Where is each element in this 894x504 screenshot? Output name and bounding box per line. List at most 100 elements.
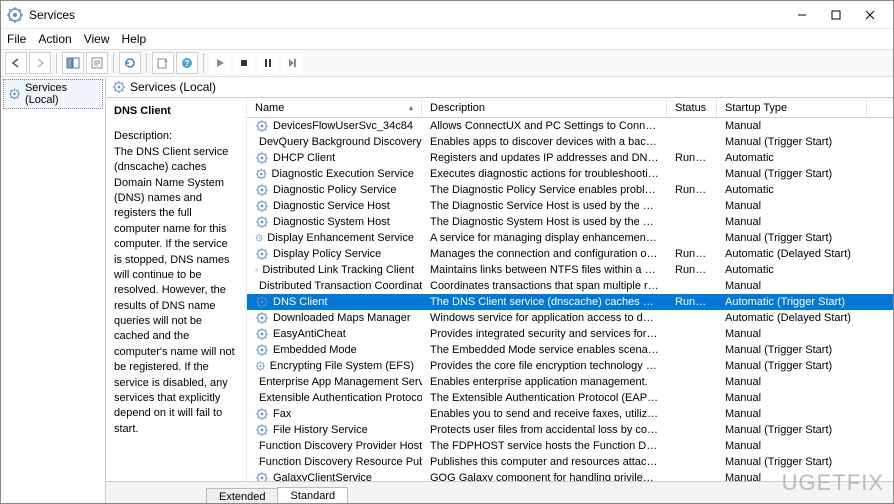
- start-service-button[interactable]: [209, 52, 231, 74]
- table-row[interactable]: DNS ClientThe DNS Client service (dnscac…: [247, 294, 893, 310]
- menu-view[interactable]: View: [84, 32, 110, 46]
- gear-icon: [255, 327, 269, 341]
- menu-action[interactable]: Action: [38, 32, 71, 46]
- cell-name: Distributed Link Tracking Client: [247, 263, 422, 277]
- pane-header-label: Services (Local): [130, 80, 216, 94]
- cell-description: GOG Galaxy component for handling privil…: [422, 472, 667, 481]
- toolbar: ?: [1, 49, 893, 77]
- cell-description: Enables you to send and receive faxes, u…: [422, 408, 667, 420]
- tab-extended[interactable]: Extended: [206, 488, 278, 503]
- table-row[interactable]: Distributed Link Tracking ClientMaintain…: [247, 262, 893, 278]
- cell-startup: Manual: [717, 392, 867, 404]
- cell-startup: Manual (Trigger Start): [717, 168, 867, 180]
- svg-text:?: ?: [185, 59, 190, 68]
- column-name[interactable]: Name▴: [247, 98, 422, 117]
- export-button[interactable]: [152, 52, 174, 74]
- cell-description: A service for managing display enhanceme…: [422, 232, 667, 244]
- cell-description: Provides the core file encryption techno…: [422, 360, 667, 372]
- show-hide-tree-button[interactable]: [62, 52, 84, 74]
- column-description[interactable]: Description: [422, 98, 667, 117]
- cell-name: Fax: [247, 407, 422, 421]
- description-pane: DNS Client Description: The DNS Client s…: [106, 98, 246, 481]
- table-row[interactable]: Diagnostic Service HostThe Diagnostic Se…: [247, 198, 893, 214]
- cell-startup: Manual: [717, 280, 867, 292]
- cell-description: The DNS Client service (dnscache) caches…: [422, 296, 667, 308]
- cell-description: Publishes this computer and resources at…: [422, 456, 667, 468]
- cell-name: Function Discovery Resource Publication: [247, 455, 422, 469]
- table-row[interactable]: DevQuery Background Discovery BrokerEnab…: [247, 134, 893, 150]
- minimize-button[interactable]: [785, 4, 819, 26]
- properties-button[interactable]: [86, 52, 108, 74]
- back-button[interactable]: [5, 52, 27, 74]
- cell-name: DHCP Client: [247, 151, 422, 165]
- menu-file[interactable]: File: [7, 32, 26, 46]
- menu-bar: File Action View Help: [1, 29, 893, 49]
- cell-name: Downloaded Maps Manager: [247, 311, 422, 325]
- table-row[interactable]: File History ServiceProtects user files …: [247, 422, 893, 438]
- cell-startup: Automatic (Trigger Start): [717, 296, 867, 308]
- gear-icon: [255, 343, 269, 357]
- table-row[interactable]: Enterprise App Management ServiceEnables…: [247, 374, 893, 390]
- table-row[interactable]: Diagnostic Execution ServiceExecutes dia…: [247, 166, 893, 182]
- table-row[interactable]: GalaxyClientServiceGOG Galaxy component …: [247, 470, 893, 481]
- gear-icon: [255, 247, 269, 261]
- forward-button[interactable]: [29, 52, 51, 74]
- table-row[interactable]: Display Policy ServiceManages the connec…: [247, 246, 893, 262]
- cell-startup: Manual: [717, 440, 867, 452]
- description-heading: Description:: [114, 129, 238, 144]
- table-row[interactable]: Function Discovery Resource PublicationP…: [247, 454, 893, 470]
- close-button[interactable]: [853, 4, 887, 26]
- table-row[interactable]: DevicesFlowUserSvc_34c84Allows ConnectUX…: [247, 118, 893, 134]
- column-startup-type[interactable]: Startup Type: [717, 98, 867, 117]
- console-tree-pane: Services (Local): [1, 77, 106, 503]
- table-row[interactable]: Extensible Authentication ProtocolThe Ex…: [247, 390, 893, 406]
- gear-icon: [8, 87, 21, 101]
- gear-icon: [255, 311, 269, 325]
- cell-status: Running: [667, 152, 717, 164]
- cell-status: Running: [667, 248, 717, 260]
- table-row[interactable]: Diagnostic Policy ServiceThe Diagnostic …: [247, 182, 893, 198]
- help-button[interactable]: ?: [176, 52, 198, 74]
- cell-description: Registers and updates IP addresses and D…: [422, 152, 667, 164]
- cell-name: Diagnostic Service Host: [247, 199, 422, 213]
- cell-startup: Manual (Trigger Start): [717, 136, 867, 148]
- table-row[interactable]: Embedded ModeThe Embedded Mode service e…: [247, 342, 893, 358]
- tab-standard[interactable]: Standard: [277, 487, 348, 503]
- pane-header: Services (Local): [106, 77, 893, 98]
- cell-name: Diagnostic Policy Service: [247, 183, 422, 197]
- cell-description: Maintains links between NTFS files withi…: [422, 264, 667, 276]
- table-row[interactable]: Downloaded Maps ManagerWindows service f…: [247, 310, 893, 326]
- cell-name: Embedded Mode: [247, 343, 422, 357]
- cell-description: The Embedded Mode service enables scenar…: [422, 344, 667, 356]
- cell-description: Manages the connection and configuration…: [422, 248, 667, 260]
- table-row[interactable]: FaxEnables you to send and receive faxes…: [247, 406, 893, 422]
- table-row[interactable]: Distributed Transaction CoordinatorCoord…: [247, 278, 893, 294]
- cell-startup: Manual (Trigger Start): [717, 232, 867, 244]
- gear-icon: [255, 295, 269, 309]
- window-title: Services: [29, 8, 785, 22]
- restart-service-button[interactable]: [281, 52, 303, 74]
- cell-startup: Manual: [717, 200, 867, 212]
- cell-description: The Diagnostic Policy Service enables pr…: [422, 184, 667, 196]
- table-row[interactable]: EasyAntiCheatProvides integrated securit…: [247, 326, 893, 342]
- description-text: The DNS Client service (dnscache) caches…: [114, 145, 238, 437]
- pause-service-button[interactable]: [257, 52, 279, 74]
- service-rows[interactable]: DevicesFlowUserSvc_34c84Allows ConnectUX…: [247, 118, 893, 481]
- tree-services-local[interactable]: Services (Local): [3, 79, 103, 109]
- cell-status: Running: [667, 184, 717, 196]
- table-row[interactable]: Diagnostic System HostThe Diagnostic Sys…: [247, 214, 893, 230]
- cell-name: Diagnostic Execution Service: [247, 167, 422, 181]
- table-row[interactable]: DHCP ClientRegisters and updates IP addr…: [247, 150, 893, 166]
- maximize-button[interactable]: [819, 4, 853, 26]
- table-row[interactable]: Display Enhancement ServiceA service for…: [247, 230, 893, 246]
- stop-service-button[interactable]: [233, 52, 255, 74]
- cell-name: Function Discovery Provider Host: [247, 439, 422, 453]
- cell-description: Executes diagnostic actions for troubles…: [422, 168, 667, 180]
- menu-help[interactable]: Help: [122, 32, 147, 46]
- refresh-button[interactable]: [119, 52, 141, 74]
- column-status[interactable]: Status: [667, 98, 717, 117]
- cell-name: Display Policy Service: [247, 247, 422, 261]
- table-row[interactable]: Encrypting File System (EFS)Provides the…: [247, 358, 893, 374]
- cell-description: The Diagnostic Service Host is used by t…: [422, 200, 667, 212]
- table-row[interactable]: Function Discovery Provider HostThe FDPH…: [247, 438, 893, 454]
